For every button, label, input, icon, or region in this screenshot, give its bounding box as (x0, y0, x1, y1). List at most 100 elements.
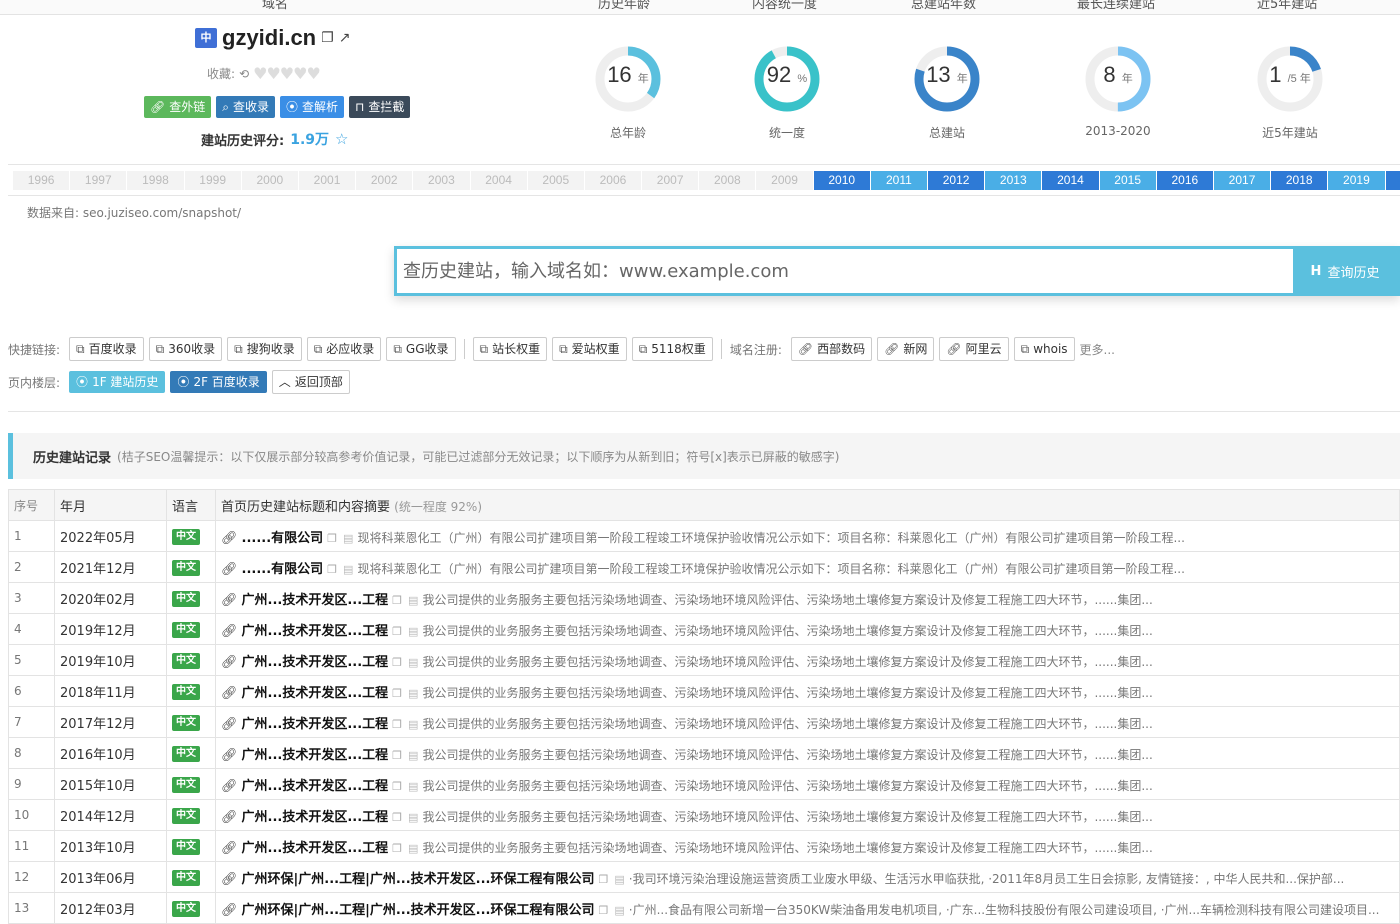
row-date[interactable]: 2015年10月 (55, 769, 167, 800)
year-cell[interactable]: 2009 (756, 171, 813, 190)
quick-link-button[interactable]: 🔗︎阿里云 (939, 337, 1008, 361)
quick-link-button[interactable]: 🔗︎西部数码 (791, 337, 872, 361)
row-date[interactable]: 2017年12月 (55, 707, 167, 738)
row-title[interactable]: 广州环保|广州...工程|广州...技术开发区...环保工程有限公司 (242, 872, 595, 887)
link-icon[interactable]: 🔗︎ (221, 748, 238, 763)
link-icon[interactable]: 🔗︎ (221, 531, 238, 546)
floor-1f-button[interactable]: ⦿1F 建站历史 (69, 371, 165, 393)
link-icon[interactable]: 🔗︎ (221, 841, 238, 856)
copy-icon[interactable]: ❐ (598, 873, 608, 886)
row-title[interactable]: 广州...技术开发区...工程 (242, 810, 389, 825)
copy-icon[interactable]: ❐ (321, 30, 334, 46)
row-date[interactable]: 2014年12月 (55, 800, 167, 831)
link-icon[interactable]: 🔗︎ (221, 562, 238, 577)
year-cell[interactable]: 2010 (814, 171, 871, 190)
row-title[interactable]: ......有限公司 (242, 562, 324, 577)
quick-link-button[interactable]: ⧉站长权重 (473, 337, 548, 361)
link-icon[interactable]: 🔗︎ (221, 903, 238, 918)
year-cell[interactable]: 2013 (985, 171, 1042, 190)
row-date[interactable]: 2021年12月 (55, 552, 167, 583)
year-cell[interactable]: 2003 (413, 171, 470, 190)
row-date[interactable]: 2019年10月 (55, 645, 167, 676)
quick-link-button[interactable]: ⧉搜狗收录 (227, 337, 302, 361)
year-cell[interactable]: 2006 (585, 171, 642, 190)
back-to-top-button[interactable]: ︿返回顶部 (272, 370, 350, 394)
link-icon[interactable]: 🔗︎ (221, 872, 238, 887)
year-cell[interactable]: 1997 (70, 171, 127, 190)
year-cell[interactable]: 1996 (13, 171, 70, 190)
check-block-button[interactable]: ⊓查拦截 (349, 96, 410, 118)
heart-rating-icons[interactable]: ♥♥♥♥♥ (253, 64, 320, 83)
quick-link-button[interactable]: ⧉5118权重 (632, 337, 713, 361)
floor-2f-button[interactable]: ⦿2F 百度收录 (170, 371, 266, 393)
quick-link-button[interactable]: 🔗︎新网 (877, 337, 934, 361)
year-cell[interactable]: 2007 (642, 171, 699, 190)
row-title[interactable]: 广州...技术开发区...工程 (242, 593, 389, 608)
row-title[interactable]: 广州...技术开发区...工程 (242, 841, 389, 856)
year-cell[interactable]: 1998 (127, 171, 184, 190)
year-cell[interactable]: 2019 (1328, 171, 1385, 190)
more-link[interactable]: 更多... (1080, 341, 1115, 358)
row-title[interactable]: 广州...技术开发区...工程 (242, 748, 389, 763)
year-cell[interactable]: 2002 (356, 171, 413, 190)
star-icon[interactable]: ☆ (335, 130, 348, 148)
quick-link-button[interactable]: ⧉爱站权重 (552, 337, 627, 361)
copy-icon[interactable]: ❐ (598, 904, 608, 917)
quick-link-button[interactable]: ⧉GG收录 (386, 337, 455, 361)
copy-icon[interactable]: ❐ (392, 811, 402, 824)
row-date[interactable]: 2018年11月 (55, 676, 167, 707)
year-cell[interactable]: 2018 (1271, 171, 1328, 190)
row-title[interactable]: 广州...技术开发区...工程 (242, 655, 389, 670)
copy-icon[interactable]: ❐ (392, 749, 402, 762)
refresh-icon[interactable]: ⟲ (239, 67, 249, 81)
year-cell[interactable]: 2015 (1100, 171, 1157, 190)
copy-icon[interactable]: ❐ (392, 625, 402, 638)
row-date[interactable]: 2012年03月 (55, 893, 167, 924)
quick-link-button[interactable]: ⧉必应收录 (307, 337, 382, 361)
domain-name[interactable]: gzyidi.cn (222, 25, 316, 51)
row-date[interactable]: 2022年05月 (55, 521, 167, 552)
copy-icon[interactable]: ❐ (392, 842, 402, 855)
external-link-icon[interactable]: ↗ (339, 30, 351, 46)
year-cell[interactable] (1386, 171, 1400, 190)
link-icon[interactable]: 🔗︎ (221, 624, 238, 639)
copy-icon[interactable]: ❐ (392, 594, 402, 607)
row-date[interactable]: 2013年10月 (55, 831, 167, 862)
link-icon[interactable]: 🔗︎ (221, 717, 238, 732)
copy-icon[interactable]: ❐ (327, 532, 337, 545)
year-cell[interactable]: 2008 (699, 171, 756, 190)
domain-search-input[interactable] (397, 249, 1293, 293)
quick-link-button[interactable]: ⧉百度收录 (69, 337, 144, 361)
year-cell[interactable]: 2004 (471, 171, 528, 190)
row-title[interactable]: 广州...技术开发区...工程 (242, 624, 389, 639)
quick-link-button[interactable]: ⧉whois (1014, 337, 1075, 361)
row-title[interactable]: 广州...技术开发区...工程 (242, 717, 389, 732)
row-date[interactable]: 2020年02月 (55, 583, 167, 614)
link-icon[interactable]: 🔗︎ (221, 655, 238, 670)
copy-icon[interactable]: ❐ (392, 656, 402, 669)
year-cell[interactable]: 2017 (1214, 171, 1271, 190)
year-cell[interactable]: 2005 (528, 171, 585, 190)
copy-icon[interactable]: ❐ (327, 563, 337, 576)
year-cell[interactable]: 2001 (299, 171, 356, 190)
row-date[interactable]: 2016年10月 (55, 738, 167, 769)
row-title[interactable]: 广州...技术开发区...工程 (242, 779, 389, 794)
row-title[interactable]: ......有限公司 (242, 531, 324, 546)
query-history-button[interactable]: H 查询历史 (1293, 249, 1397, 293)
check-backlinks-button[interactable]: 🔗︎查外链 (144, 96, 211, 118)
row-date[interactable]: 2019年12月 (55, 614, 167, 645)
quick-link-button[interactable]: ⧉360收录 (149, 337, 222, 361)
link-icon[interactable]: 🔗︎ (221, 779, 238, 794)
row-date[interactable]: 2013年06月 (55, 862, 167, 893)
year-cell[interactable]: 2016 (1157, 171, 1214, 190)
check-index-button[interactable]: ⌕查收录 (216, 96, 275, 118)
year-cell[interactable]: 1999 (185, 171, 242, 190)
copy-icon[interactable]: ❐ (392, 718, 402, 731)
copy-icon[interactable]: ❐ (392, 687, 402, 700)
link-icon[interactable]: 🔗︎ (221, 810, 238, 825)
year-cell[interactable]: 2012 (928, 171, 985, 190)
link-icon[interactable]: 🔗︎ (221, 686, 238, 701)
check-dns-button[interactable]: ⦿查解析 (280, 96, 344, 118)
row-title[interactable]: 广州...技术开发区...工程 (242, 686, 389, 701)
row-title[interactable]: 广州环保|广州...工程|广州...技术开发区...环保工程有限公司 (242, 903, 595, 918)
